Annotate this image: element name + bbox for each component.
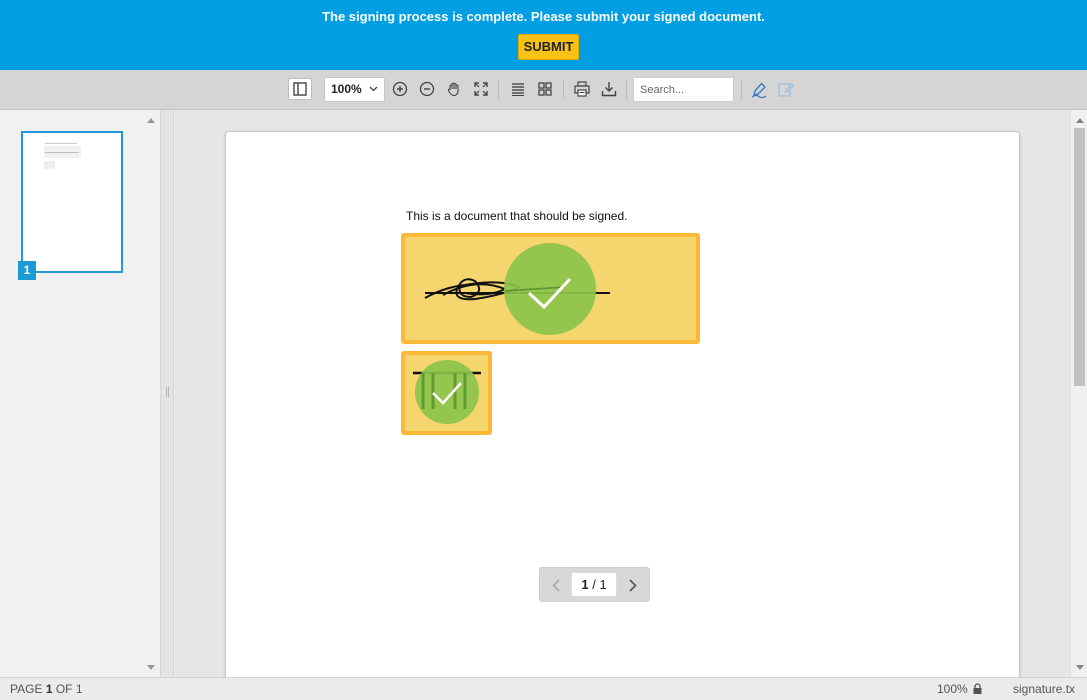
chevron-left-icon [552,578,560,592]
toolbar-divider [741,80,742,99]
page-indicator: PAGE 1 OF 1 [10,682,83,696]
fit-page-icon[interactable] [472,78,490,100]
status-current-page: 1 [45,682,53,696]
sidebar-splitter[interactable] [161,110,174,677]
total-pages: 1 [599,577,607,592]
status-bar: PAGE 1 OF 1 100% signature.tx [0,677,1087,700]
page-separator: / [592,577,596,592]
current-page: 1 [581,577,589,592]
check-circle-icon [504,243,596,335]
previous-page-button[interactable] [548,576,564,594]
lock-icon [973,683,982,697]
print-icon[interactable] [573,78,591,100]
toolbar-divider [498,80,499,99]
initials-field[interactable] [401,351,492,435]
handwritten-initials [413,360,481,424]
zoom-select[interactable]: 100% [324,77,385,102]
thumbnail-page-number: 1 [18,261,36,280]
document-text: This is a document that should be signed… [406,209,628,223]
toolbar-divider [563,80,564,99]
status-zoom: 100% [937,682,968,696]
document-viewer: This is a document that should be signed… [175,110,1070,677]
page-thumbnail[interactable] [21,131,123,273]
vertical-scrollbar[interactable] [1070,110,1087,677]
viewer-toolbar: 100% [0,70,1087,110]
splitter-grip [166,387,169,397]
search-input[interactable] [633,77,734,102]
scroll-up-arrow[interactable] [146,115,156,125]
document-page: This is a document that should be signed… [225,131,1020,677]
chevron-right-icon [629,578,637,592]
submit-button[interactable]: SUBMIT [518,34,579,60]
scrollbar-thumb[interactable] [1074,128,1085,386]
zoom-in-icon[interactable] [391,78,409,100]
page-label: PAGE [10,682,43,696]
handwritten-signature [424,243,610,335]
single-page-icon[interactable] [509,78,527,100]
scroll-up-arrow[interactable] [1074,115,1085,125]
edit-form-icon[interactable] [777,78,795,100]
next-page-button[interactable] [625,576,641,594]
thumbnail-sidebar: 1 [0,110,161,677]
of-label: OF [55,682,73,696]
page-number-field[interactable]: 1 / 1 [571,572,617,597]
page-navigator: 1 / 1 [539,567,650,602]
signature-pen-icon[interactable] [750,78,768,100]
signature-field[interactable] [401,233,700,344]
zoom-out-icon[interactable] [418,78,436,100]
banner-message: The signing process is complete. Please … [322,9,765,24]
status-filename: signature.tx [1013,682,1076,696]
scroll-down-arrow[interactable] [1074,662,1085,672]
sidebar-toggle-icon[interactable] [288,78,312,100]
pan-hand-icon[interactable] [445,78,463,100]
zoom-value: 100% [331,82,362,96]
grid-view-icon[interactable] [536,78,554,100]
download-icon[interactable] [600,78,618,100]
scroll-down-arrow[interactable] [146,662,156,672]
check-circle-icon [415,360,479,424]
chevron-down-icon [369,86,378,92]
completion-banner: The signing process is complete. Please … [0,0,1087,70]
toolbar-divider [626,80,627,99]
status-total-pages: 1 [75,682,83,696]
